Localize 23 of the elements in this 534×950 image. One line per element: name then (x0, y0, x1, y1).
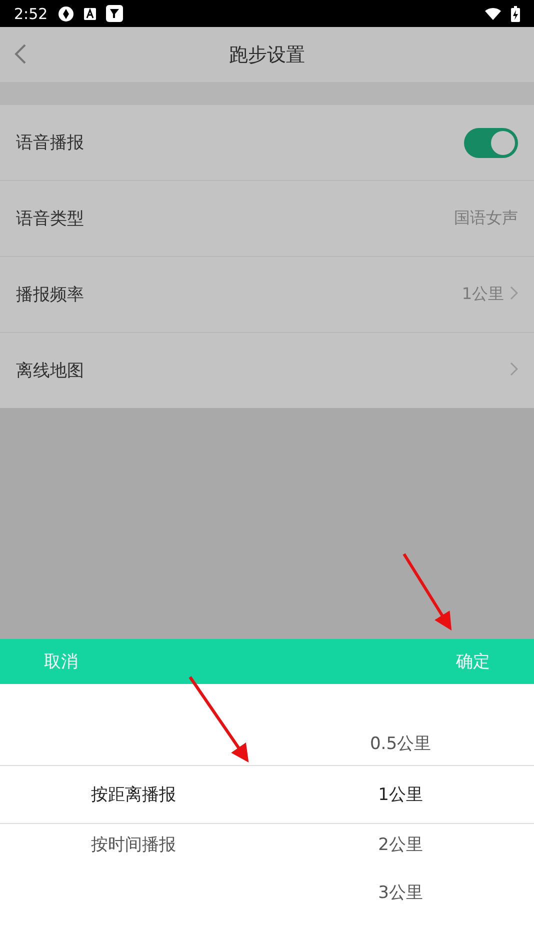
picker-option[interactable]: 按距离播报 (91, 782, 176, 806)
setting-value: 国语女声 (454, 208, 518, 229)
setting-label: 语音类型 (16, 208, 85, 230)
setting-label: 语音播报 (16, 132, 85, 154)
picker-option[interactable]: 3公里 (378, 881, 423, 904)
setting-label: 播报频率 (16, 284, 85, 306)
app-icon (106, 5, 123, 22)
wifi-icon (485, 7, 501, 20)
setting-value: 1公里 (462, 284, 504, 305)
back-icon[interactable] (14, 44, 26, 64)
picker-option[interactable]: 0.5公里 (370, 732, 432, 754)
status-time: 2:52 (14, 4, 48, 22)
font-icon (84, 8, 96, 20)
battery-icon (511, 6, 520, 22)
picker-option[interactable]: 1公里 (378, 782, 423, 806)
picker-option[interactable]: 按时间播报 (91, 833, 176, 856)
chevron-right-icon (510, 362, 518, 376)
chevron-right-icon (510, 286, 518, 300)
page-title: 跑步设置 (229, 42, 305, 68)
toggle-switch[interactable] (464, 128, 518, 158)
aperture-icon (58, 6, 74, 22)
setting-label: 离线地图 (16, 360, 85, 382)
picker-option[interactable]: 2公里 (378, 833, 423, 856)
